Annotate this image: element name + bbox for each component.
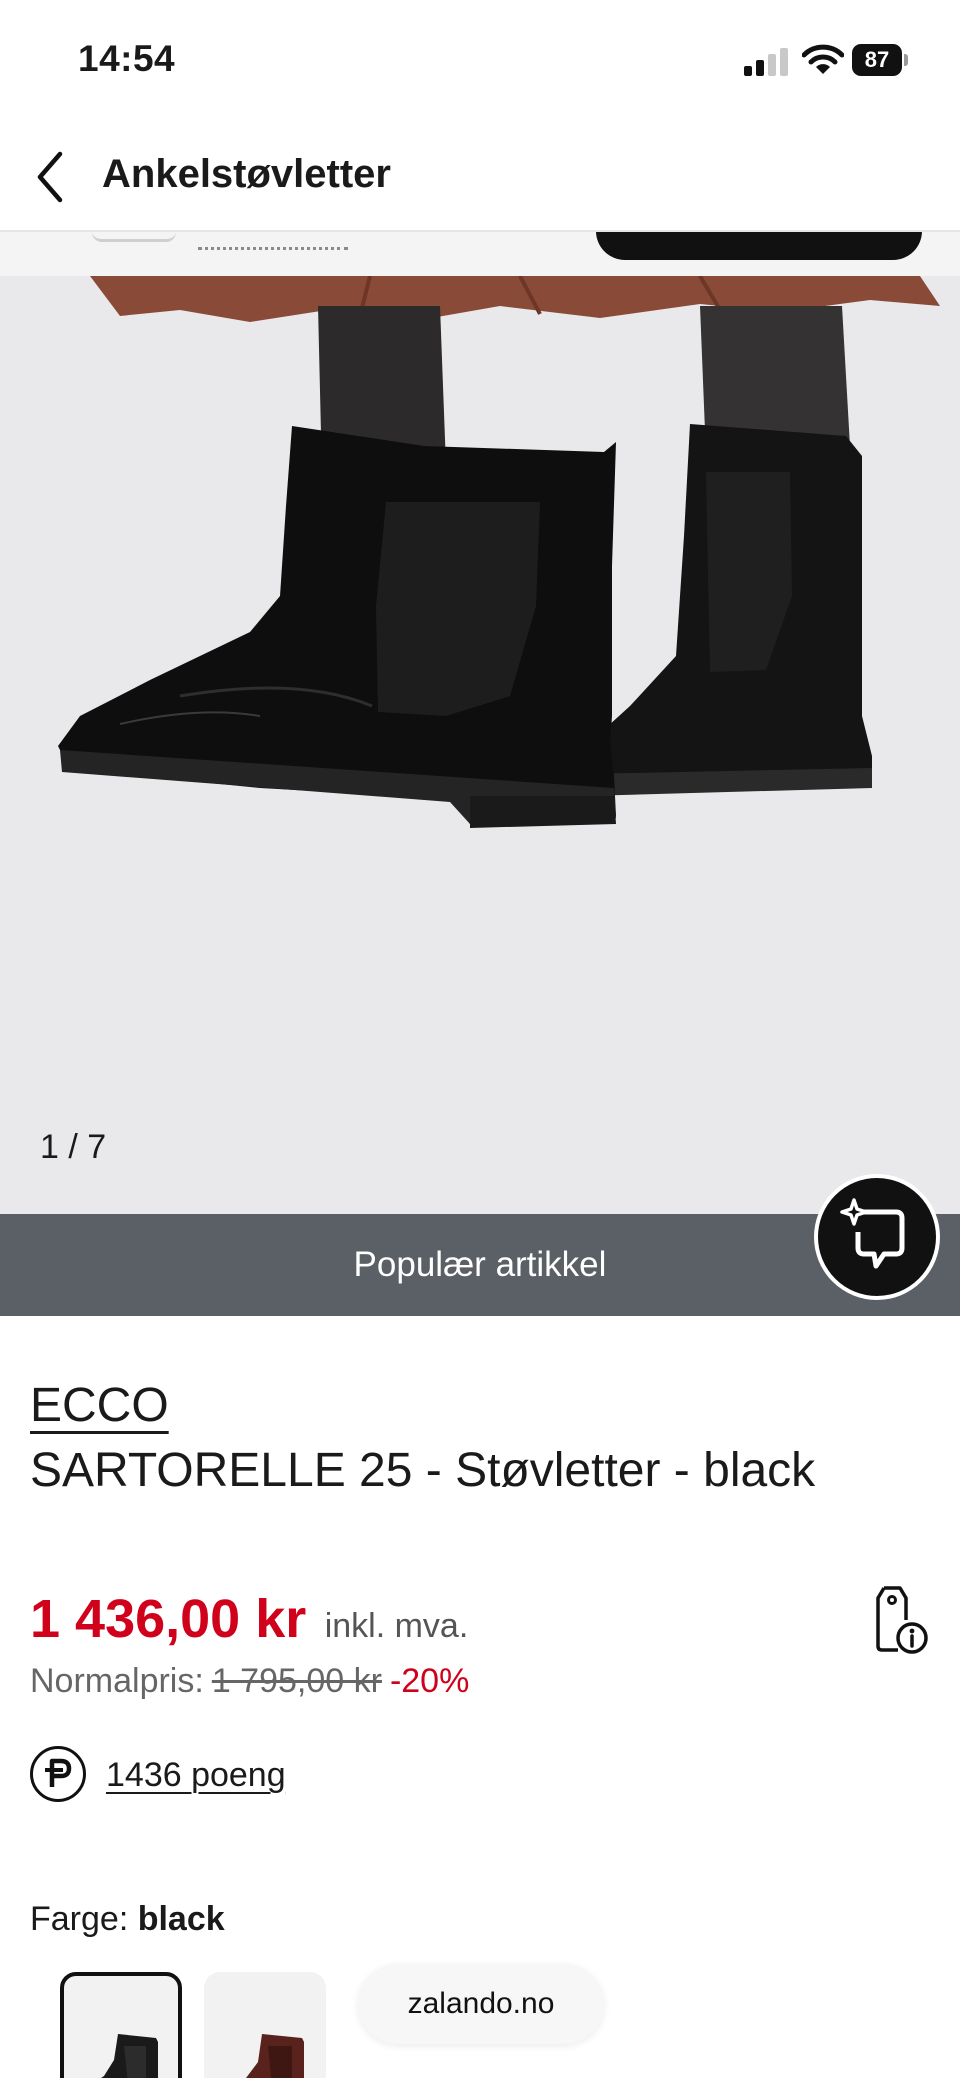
peek-rating xyxy=(198,240,348,250)
color-label-row: Farge: black xyxy=(30,1900,225,1939)
battery-level: 87 xyxy=(852,44,902,76)
price-row: 1 436,00 kr inkl. mva. xyxy=(30,1588,468,1654)
brand-link[interactable]: ECCO xyxy=(30,1378,169,1433)
chevron-left-icon xyxy=(37,151,63,203)
site-domain-pill[interactable]: zalando.no xyxy=(358,1964,604,2044)
peek-button xyxy=(596,232,922,260)
product-image-gallery[interactable]: 1 / 7 xyxy=(0,276,960,1214)
color-swatch-brown[interactable] xyxy=(204,1972,326,2078)
price-tag-info-button[interactable] xyxy=(866,1584,930,1656)
status-time: 14:54 xyxy=(78,38,176,79)
vat-note: inkl. mva. xyxy=(324,1607,469,1645)
color-label: Farge: xyxy=(30,1900,129,1938)
cellular-signal-icon xyxy=(744,46,788,76)
boot-thumbnail-black xyxy=(101,2034,158,2078)
sparkle-similar-icon xyxy=(840,1198,905,1269)
normal-price-label: Normalpris: xyxy=(30,1662,204,1700)
price-tag-info-icon xyxy=(876,1586,928,1654)
normal-price-row: Normalpris: 1 795,00 kr -20% xyxy=(30,1662,469,1701)
points-p-icon xyxy=(30,1746,86,1802)
top-navigation-bar: Ankelstøvletter xyxy=(0,120,960,232)
find-similar-button[interactable] xyxy=(814,1174,940,1300)
current-price: 1 436,00 kr xyxy=(30,1589,307,1649)
points-value: 1436 poeng xyxy=(106,1756,286,1794)
battery-icon: 87 xyxy=(852,44,908,76)
color-value: black xyxy=(137,1900,225,1938)
discount-badge: -20% xyxy=(389,1662,470,1700)
status-bar: 14:54 87 xyxy=(0,0,960,120)
back-button[interactable] xyxy=(28,144,84,208)
original-price: 1 795,00 kr xyxy=(211,1662,382,1700)
wifi-icon xyxy=(802,44,844,74)
scrolled-content-peek xyxy=(0,232,960,276)
product-photo-boots xyxy=(58,276,940,828)
product-details: ECCO SARTORELLE 25 - Støvletter - black … xyxy=(0,1316,960,2078)
product-name: SARTORELLE 25 - Støvletter - black xyxy=(30,1444,816,1497)
peek-chip xyxy=(92,232,176,242)
boot-thumbnail-brown xyxy=(246,2034,304,2078)
image-counter: 1 / 7 xyxy=(40,1128,107,1166)
page-title: Ankelstøvletter xyxy=(102,152,391,196)
color-swatch-black[interactable] xyxy=(60,1972,182,2078)
